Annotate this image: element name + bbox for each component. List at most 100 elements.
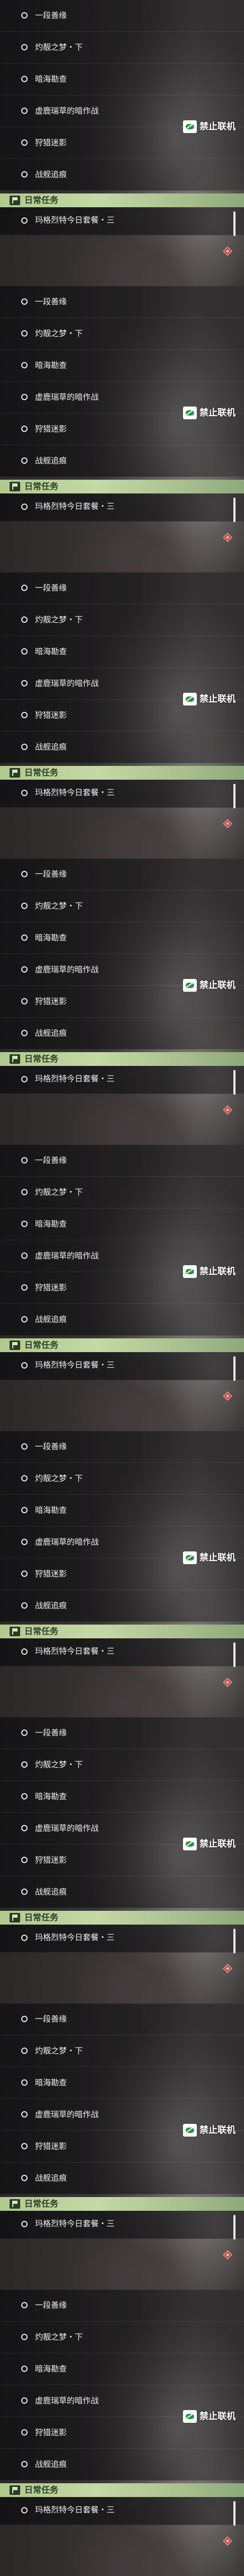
task-label: 一段善缘 [35,1728,67,1737]
daily-quests-header[interactable]: 日常任务 [0,1625,244,1638]
task-label: 狩猎迷影 [35,1569,67,1578]
radio-unchecked-icon [21,616,28,623]
daily-quests-header[interactable]: 日常任务 [0,1338,244,1352]
quest-marker-diamond-icon [223,533,232,542]
daily-quests-title: 日常任务 [24,1626,59,1636]
task-row[interactable]: 一段善缘 [0,1431,244,1463]
task-row[interactable]: 一段善缘 [0,2004,244,2035]
task-label: 灼靓之梦・下 [35,615,83,624]
task-row[interactable]: 一段善缘 [0,286,244,318]
task-row[interactable]: 灼靓之梦・下 [0,604,244,636]
task-row[interactable]: 暗海勘查 [0,2067,244,2099]
task-row[interactable]: 一段善缘 [0,2290,244,2322]
quest-panel: 一段善缘 灼靓之梦・下 暗海勘查 虚鹿瑞草的暗作战 狩猎迷影 战舰追痕 禁止联机 日常任务 玛格… [0,1717,244,2004]
task-row[interactable]: 战舰追痕 [0,2449,244,2481]
task-label: 暗海勘查 [35,1219,67,1229]
active-task-indicator [233,2501,236,2526]
radio-unchecked-icon [21,2461,28,2467]
task-row[interactable]: 战舰追痕 [0,1590,244,1622]
daily-task-row[interactable]: 玛格烈特今日套餐・三 [0,1925,244,1953]
task-row[interactable]: 暗海勘查 [0,1495,244,1527]
task-label: 暗海勘查 [35,74,67,84]
task-row[interactable]: 战舰追痕 [0,1018,244,1049]
task-row[interactable]: 灼靓之梦・下 [0,1177,244,1208]
radio-unchecked-icon [21,712,28,718]
task-row[interactable]: 灼靓之梦・下 [0,2035,244,2067]
radio-unchecked-icon [21,1857,28,1863]
daily-task-row[interactable]: 玛格烈特今日套餐・三 [0,2211,244,2239]
task-label: 灼靓之梦・下 [35,2046,83,2055]
task-row[interactable]: 暗海勘查 [0,350,244,382]
daily-task-row[interactable]: 玛格烈特今日套餐・三 [0,1066,244,1094]
task-row[interactable]: 战舰追痕 [0,2163,244,2194]
daily-task-row[interactable]: 玛格烈特今日套餐・三 [0,207,244,235]
task-row[interactable]: 一段善缘 [0,0,244,32]
radio-unchecked-icon [21,790,28,796]
multiplayer-disabled-badge: 禁止联机 [183,1836,242,1852]
radio-unchecked-icon [21,1793,28,1799]
task-row[interactable]: 灼靓之梦・下 [0,890,244,922]
task-row[interactable]: 一段善缘 [0,1717,244,1749]
multiplayer-disabled-badge: 禁止联机 [183,118,242,135]
quest-marker-diamond-icon [223,1391,232,1401]
daily-task-row[interactable]: 玛格烈特今日套餐・三 [0,493,244,522]
radio-unchecked-icon [21,1284,28,1291]
flag-icon [10,1054,20,1064]
daily-quests-header[interactable]: 日常任务 [0,2197,244,2211]
daily-task-row[interactable]: 玛格烈特今日套餐・三 [0,1638,244,1666]
daily-quests-header[interactable]: 日常任务 [0,2483,244,2497]
task-row[interactable]: 暗海勘查 [0,636,244,668]
quest-marker-diamond-icon [223,1678,232,1687]
task-row[interactable]: 战舰追痕 [0,731,244,763]
radio-unchecked-icon [21,217,28,224]
radio-unchecked-icon [21,648,28,655]
multiplayer-disabled-badge: 禁止联机 [183,977,242,994]
radio-unchecked-icon [21,1189,28,1195]
task-label: 灼靓之梦・下 [35,1760,83,1769]
task-row[interactable]: 一段善缘 [0,572,244,604]
daily-quests-header[interactable]: 日常任务 [0,480,244,493]
daily-quests-header[interactable]: 日常任务 [0,1052,244,1066]
task-row[interactable]: 灼靓之梦・下 [0,2322,244,2353]
daily-task-row[interactable]: 玛格烈特今日套餐・三 [0,1352,244,1380]
task-row[interactable]: 战舰追痕 [0,1876,244,1908]
radio-unchecked-icon [21,1761,28,1768]
daily-quests-header[interactable]: 日常任务 [0,1911,244,1925]
daily-task-row[interactable]: 玛格烈特今日套餐・三 [0,780,244,808]
radio-unchecked-icon [21,1935,28,1941]
task-row[interactable]: 一段善缘 [0,859,244,890]
radio-unchecked-icon [21,1443,28,1450]
task-row[interactable]: 一段善缘 [0,1145,244,1177]
active-task-indicator [233,1929,236,1953]
task-row[interactable]: 暗海勘查 [0,1781,244,1813]
task-row[interactable]: 暗海勘查 [0,64,244,95]
task-row[interactable]: 暗海勘查 [0,2353,244,2385]
radio-unchecked-icon [21,998,28,1004]
daily-quests-header[interactable]: 日常任务 [0,766,244,780]
task-label: 一段善缘 [35,11,67,20]
task-row[interactable]: 灼靓之梦・下 [0,318,244,350]
task-row[interactable]: 战舰追痕 [0,1304,244,1336]
task-row[interactable]: 战舰追痕 [0,159,244,191]
task-row[interactable]: 暗海勘查 [0,922,244,954]
daily-quests-title: 日常任务 [24,481,59,491]
daily-task-row[interactable]: 玛格烈特今日套餐・三 [0,2497,244,2525]
task-label: 一段善缘 [35,1155,67,1165]
daily-task-label: 玛格烈特今日套餐・三 [35,1933,115,1942]
radio-unchecked-icon [21,1362,28,1369]
task-row[interactable]: 灼靓之梦・下 [0,1463,244,1495]
task-label: 灼靓之梦・下 [35,1474,83,1483]
daily-quests-title: 日常任务 [24,2199,59,2209]
radio-unchecked-icon [21,362,28,368]
task-row[interactable]: 暗海勘查 [0,1208,244,1240]
radio-unchecked-icon [21,108,28,114]
daily-quests-title: 日常任务 [24,1340,59,1350]
task-row[interactable]: 战舰追痕 [0,445,244,477]
task-row[interactable]: 灼靓之梦・下 [0,1749,244,1781]
radio-unchecked-icon [21,426,28,432]
radio-unchecked-icon [21,2366,28,2372]
multiplayer-disabled-label: 禁止联机 [199,694,236,704]
daily-quests-header[interactable]: 日常任务 [0,193,244,207]
radio-unchecked-icon [21,2397,28,2404]
task-row[interactable]: 灼靓之梦・下 [0,32,244,64]
